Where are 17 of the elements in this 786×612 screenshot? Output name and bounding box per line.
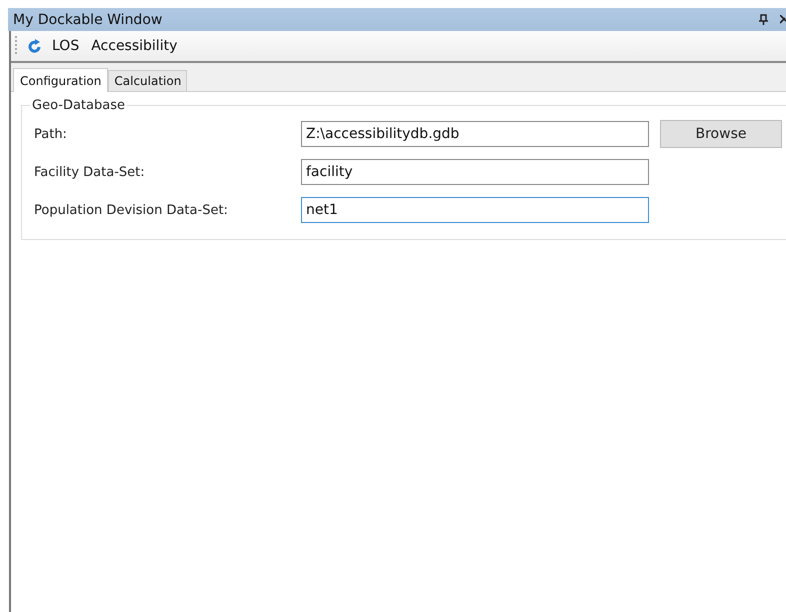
tab[interactable]: Calculation [108, 70, 188, 91]
pin-icon[interactable] [759, 14, 768, 25]
toolbar-button[interactable]: LOS [50, 38, 82, 54]
field-label: Population Devision Data-Set: [34, 202, 229, 218]
browse-button[interactable]: Browse [660, 120, 782, 148]
group-title: Geo-Database [31, 98, 126, 113]
input-field[interactable]: net1 [301, 197, 649, 223]
input-field[interactable]: facility [301, 159, 649, 185]
field-label: Facility Data-Set: [34, 164, 146, 180]
toolbar-button[interactable]: Accessibility [89, 38, 180, 54]
grip-icon [15, 36, 18, 56]
tab[interactable]: Configuration [13, 68, 108, 92]
close-icon[interactable] [780, 15, 786, 24]
field-label: Path: [34, 126, 68, 142]
input-field[interactable]: Z:\accessibilitydb.gdb [301, 121, 649, 147]
refresh-icon[interactable] [28, 38, 42, 54]
window-title: My Dockable Window [13, 12, 164, 28]
